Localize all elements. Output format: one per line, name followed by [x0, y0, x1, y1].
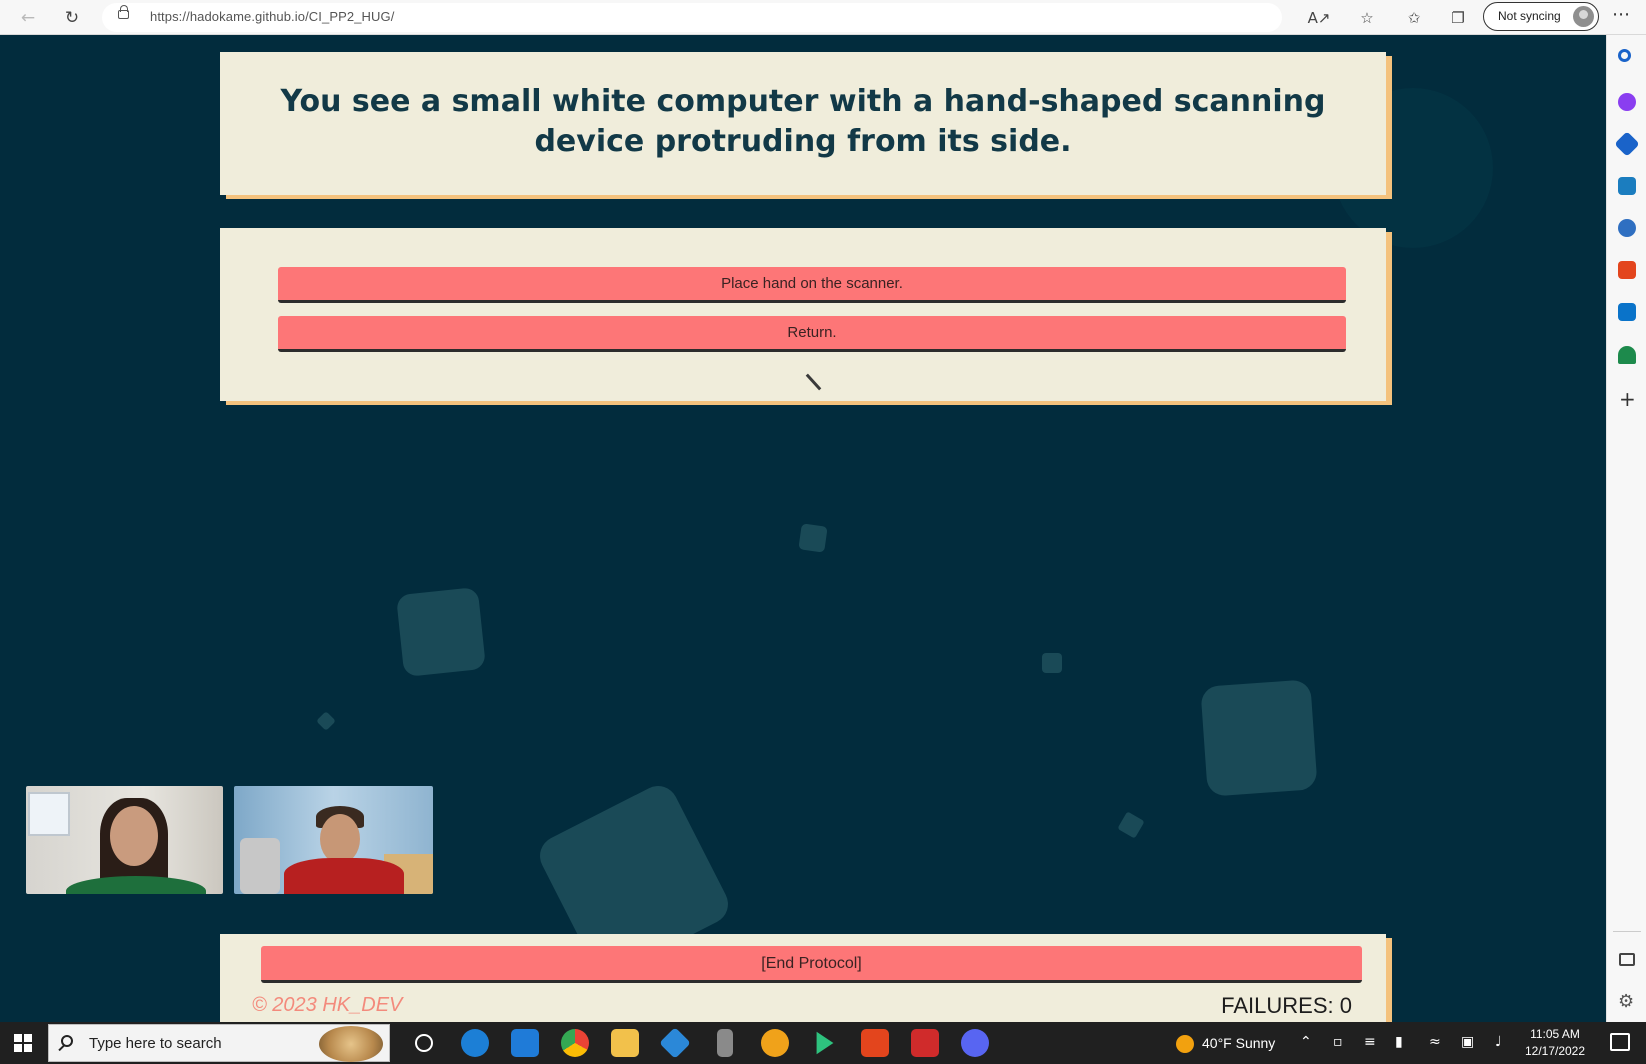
terminal-icon[interactable]	[816, 1031, 834, 1055]
usb-icon[interactable]	[717, 1029, 733, 1057]
background-window	[28, 792, 70, 836]
choices-card: Place hand on the scanner. Return.	[220, 228, 1386, 401]
clock-time: 11:05 AM	[1530, 1027, 1580, 1041]
background-chair	[240, 838, 280, 894]
person-face	[110, 806, 158, 866]
failures-counter: FAILURES: 0	[1221, 993, 1352, 1018]
copyright-text: © 2023 HK_DEV	[252, 994, 403, 1016]
person-shirt	[66, 876, 206, 894]
wifi-icon[interactable]: ≈	[1429, 1034, 1441, 1050]
lock-icon[interactable]	[118, 5, 129, 19]
back-icon[interactable]: ←	[16, 6, 40, 30]
system-clock[interactable]: 11:05 AM 12/17/2022	[1520, 1026, 1590, 1060]
windows-taskbar: Type here to search 40°F Sunny ⌃ ▫ ≡ ▮ ≈…	[0, 1022, 1646, 1064]
games-icon[interactable]	[1618, 219, 1636, 237]
display-icon[interactable]: ▣	[1461, 1034, 1474, 1050]
language-icon[interactable]: ≡	[1364, 1034, 1376, 1050]
add-favorite-icon[interactable]: ☆	[1355, 6, 1379, 30]
clock-date: 12/17/2022	[1524, 1044, 1586, 1058]
shopping-icon[interactable]	[1614, 131, 1640, 157]
video-feed-2[interactable]	[234, 786, 433, 894]
sidebar-divider	[1613, 931, 1641, 932]
background-shape	[798, 523, 828, 553]
sync-status-label: Not syncing	[1498, 9, 1561, 23]
office-icon[interactable]	[861, 1029, 889, 1057]
copilot-icon[interactable]	[1618, 93, 1636, 111]
volume-icon[interactable]: ♩	[1495, 1034, 1502, 1050]
meet-now-icon[interactable]: ▫	[1333, 1034, 1343, 1050]
profile-avatar-icon	[1573, 6, 1594, 27]
background-shape	[316, 711, 336, 731]
office-icon[interactable]	[1618, 261, 1636, 279]
search-icon	[61, 1035, 73, 1047]
read-aloud-icon[interactable]: A↗	[1307, 6, 1331, 30]
favorites-icon[interactable]: ✩	[1402, 6, 1426, 30]
background-shape	[1117, 811, 1145, 839]
taskbar-search-placeholder: Type here to search	[89, 1035, 222, 1052]
discord-icon[interactable]	[961, 1029, 989, 1057]
person-shirt	[284, 858, 404, 894]
vscode-icon[interactable]	[659, 1027, 691, 1059]
background-shape	[1200, 679, 1318, 797]
tree-icon[interactable]	[1618, 346, 1636, 364]
browser-toolbar: ← ↻ https://hadokame.github.io/CI_PP2_HU…	[0, 0, 1646, 35]
add-icon[interactable]: +	[1619, 389, 1636, 409]
weather-text[interactable]: 40°F Sunny	[1202, 1035, 1275, 1051]
file-explorer-icon[interactable]	[611, 1029, 639, 1057]
background-shape	[395, 586, 487, 678]
address-url[interactable]: https://hadokame.github.io/CI_PP2_HUG/	[150, 9, 394, 24]
search-icon[interactable]	[1618, 49, 1631, 62]
edge-icon[interactable]	[461, 1029, 489, 1057]
tools-icon[interactable]	[1618, 177, 1636, 195]
person-face	[320, 814, 360, 864]
story-card: You see a small white computer with a ha…	[220, 52, 1386, 195]
chrome-icon[interactable]	[561, 1029, 589, 1057]
mail-icon[interactable]	[511, 1029, 539, 1057]
story-text: You see a small white computer with a ha…	[280, 84, 1326, 159]
background-shape	[1042, 653, 1062, 673]
address-bar[interactable]: https://hadokame.github.io/CI_PP2_HUG/	[102, 3, 1282, 32]
video-feed-1[interactable]	[26, 786, 223, 894]
collections-icon[interactable]: ❐	[1446, 6, 1470, 30]
reload-icon[interactable]: ↻	[60, 6, 84, 30]
app-icon[interactable]	[761, 1029, 789, 1057]
settings-icon[interactable]: ⚙	[1618, 991, 1634, 1012]
chevron-up-icon[interactable]: ⌃	[1300, 1034, 1312, 1050]
profile-button[interactable]: Not syncing	[1483, 2, 1599, 31]
edge-sidebar: + ⚙	[1606, 35, 1646, 1022]
notifications-icon[interactable]	[1610, 1033, 1630, 1051]
battery-icon[interactable]: ▮	[1395, 1034, 1403, 1050]
windows-icon[interactable]	[14, 1034, 32, 1052]
taskbar-search[interactable]: Type here to search	[48, 1024, 390, 1062]
choice-return-button[interactable]: Return.	[278, 316, 1346, 352]
footer-card: [End Protocol] © 2023 HK_DEV FAILURES: 0	[220, 934, 1386, 1022]
game-icon[interactable]	[911, 1029, 939, 1057]
task-view-icon[interactable]	[415, 1034, 433, 1052]
split-screen-icon[interactable]	[1619, 953, 1635, 966]
more-icon[interactable]: ⋯	[1612, 4, 1630, 25]
weather-sun-icon[interactable]	[1176, 1035, 1194, 1053]
outlook-icon[interactable]	[1618, 303, 1636, 321]
choice-place-hand-button[interactable]: Place hand on the scanner.	[278, 267, 1346, 303]
end-protocol-button[interactable]: [End Protocol]	[261, 946, 1362, 983]
search-highlight-image	[319, 1026, 383, 1062]
